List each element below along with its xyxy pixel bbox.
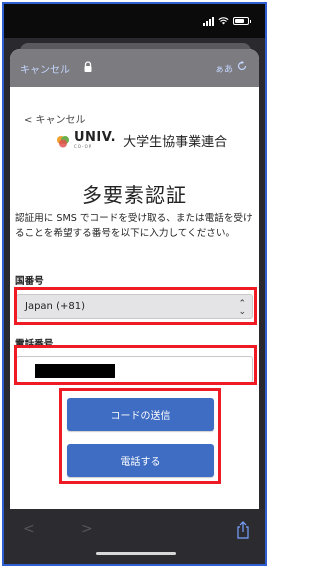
coop-logo-icon bbox=[57, 135, 69, 147]
home-indicator bbox=[96, 552, 176, 555]
back-cancel-link[interactable]: < キャンセル bbox=[24, 111, 86, 126]
status-bar bbox=[4, 4, 265, 38]
share-icon[interactable] bbox=[236, 521, 250, 539]
battery-icon bbox=[233, 17, 249, 25]
logo-univ-text: UNIV. bbox=[74, 130, 117, 145]
highlight-phone-input bbox=[14, 345, 257, 385]
forward-arrow-icon[interactable]: > bbox=[81, 521, 93, 537]
screenshot-frame: キャンセル ぁあ < キャンセル UNIV. CO-OP 大学生協事業連合 多要… bbox=[2, 2, 267, 566]
logo-org-name: 大学生協事業連合 bbox=[123, 135, 228, 150]
lock-icon bbox=[84, 61, 92, 72]
browser-toolbar: キャンセル ぁあ bbox=[10, 49, 259, 87]
browser-cancel-button[interactable]: キャンセル bbox=[20, 61, 70, 76]
signal-icon bbox=[203, 16, 214, 26]
instruction-text: 認証用に SMS でコードを受け取る、または電話を受けることを希望する番号を以下… bbox=[15, 213, 253, 239]
text-size-button[interactable]: ぁあ bbox=[215, 62, 233, 75]
country-code-label: 国番号 bbox=[15, 276, 44, 287]
reload-icon[interactable] bbox=[236, 60, 248, 72]
page-title: 多要素認証 bbox=[82, 183, 187, 207]
highlight-buttons bbox=[59, 388, 221, 484]
back-arrow-icon[interactable]: < bbox=[23, 521, 35, 537]
browser-bottom-bar: < > bbox=[4, 509, 265, 564]
highlight-country-select bbox=[14, 287, 257, 325]
wifi-icon bbox=[218, 17, 229, 25]
univ-coop-logo: UNIV. CO-OP 大学生協事業連合 bbox=[56, 131, 227, 150]
